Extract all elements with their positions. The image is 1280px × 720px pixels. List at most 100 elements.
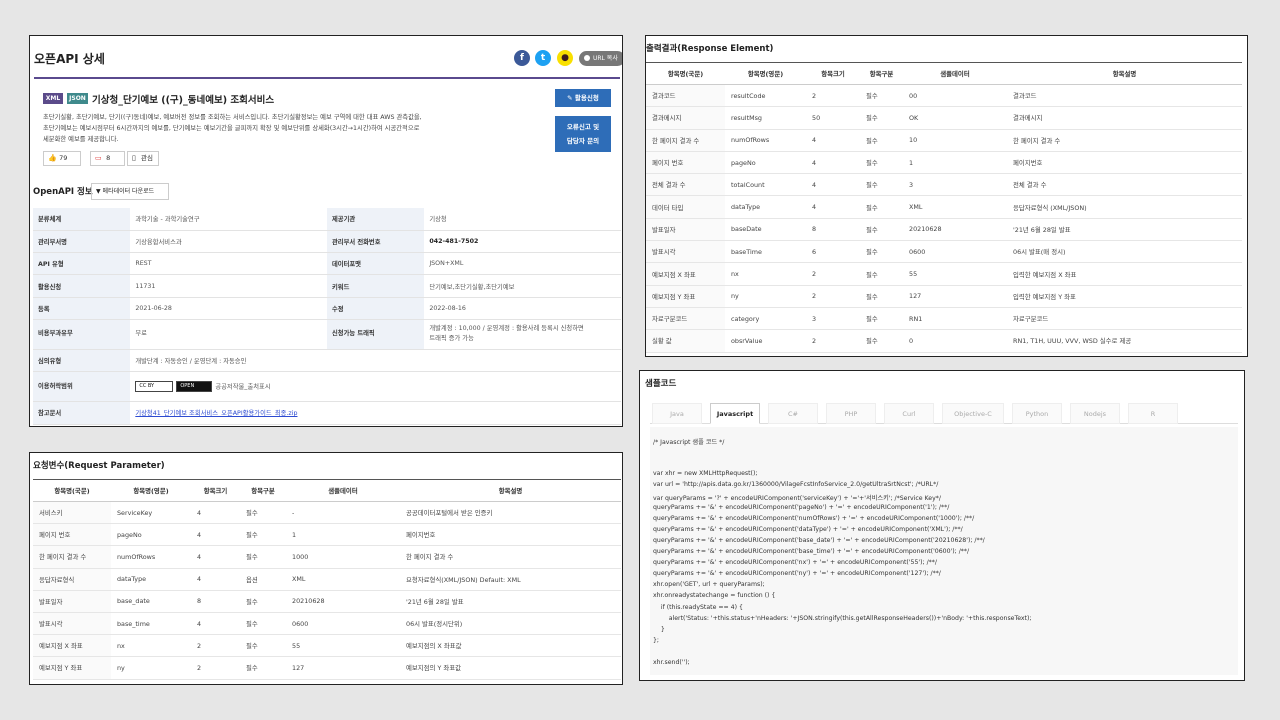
table-cell: 4	[806, 151, 860, 175]
tab-php[interactable]: PHP	[826, 403, 876, 424]
tab-python[interactable]: Python	[1012, 403, 1062, 424]
table-header-row: 항목명(국문) 항목명(영문) 항목크기 항목구분 샘플데이터 항목설명	[33, 479, 621, 502]
info-key: 데이터포맷	[326, 252, 425, 276]
table-cell: 2	[806, 84, 860, 108]
report-contact-button[interactable]: 오류신고 및 담당자 문의	[555, 116, 611, 152]
detail-header: 오픈API 상세 f t ● URL 복사	[34, 36, 622, 79]
table-cell: 4	[806, 195, 860, 219]
code-line: alert('Status: '+this.status+'nHeaders: …	[653, 614, 1032, 622]
traffic-line: 트래픽 증가 가능	[429, 335, 474, 343]
code-line: xhr.send('');	[653, 659, 690, 666]
table-cell: 페이지 번호	[33, 523, 111, 547]
info-row: 비용부과유무 무료 신청가능 트래픽 개발계정 : 10,000 / 운영계정 …	[33, 319, 621, 350]
table-row: 실황 값 obsrValue 2 필수 0 RN1, T1H, UUU, VVV, WSD…	[646, 329, 1242, 353]
facebook-icon[interactable]: f	[514, 50, 530, 66]
table-cell: XML	[286, 568, 400, 591]
url-copy-label: URL 복사	[593, 55, 618, 62]
comment-button[interactable]: ▭ 8	[90, 151, 125, 166]
table-cell: 3	[806, 307, 860, 331]
info-key: 키워드	[326, 274, 425, 298]
table-cell: baseTime	[725, 240, 806, 264]
info-value: 기상청41_단기예보 조회서비스_오픈API활용가이드_최종.zip	[130, 401, 621, 425]
table-cell: '21년 6월 28일 발표	[1007, 218, 1242, 242]
request-parameter-title: 요청변수(Request Parameter)	[33, 461, 165, 471]
column-header: 항목구분	[860, 62, 903, 85]
table-cell: 2	[191, 656, 240, 680]
table-cell: 4	[806, 129, 860, 152]
info-value: 무료	[130, 319, 327, 350]
table-cell: 4	[191, 612, 240, 636]
info-key: 활용신청	[33, 274, 131, 298]
metadata-download-button[interactable]: ▼ 메타데이터 다운로드	[91, 183, 169, 200]
tab-java[interactable]: Java	[652, 403, 702, 424]
table-cell: numOfRows	[725, 129, 806, 152]
code-line: xhr.open('GET', url + queryParams);	[653, 581, 765, 589]
info-value: 2022-08-16	[424, 297, 621, 320]
table-row: 발표일자 baseDate 8 필수 20210628'21년 6월 28일 발표	[646, 218, 1242, 242]
info-row: 등록 2021-06-28 수정 2022-08-16	[33, 297, 621, 320]
table-cell: 20210628	[286, 590, 400, 613]
table-cell: 예보지점 Y 좌표	[33, 656, 111, 680]
table-cell: baseDate	[725, 218, 806, 242]
table-cell: 2	[191, 634, 240, 658]
table-cell: 3	[903, 173, 1007, 197]
tab-r[interactable]: R	[1128, 403, 1178, 424]
twitter-icon[interactable]: t	[535, 50, 551, 66]
report-button-label: 담당자 문의	[566, 137, 600, 145]
table-cell: obsrValue	[725, 329, 806, 353]
code-line: queryParams += '&' + encodeURIComponent(…	[653, 559, 937, 567]
tab-javascript[interactable]: Javascript	[710, 403, 760, 424]
table-cell: 한 페이지 결과 수	[646, 129, 725, 152]
column-header: 항목명(영문)	[725, 62, 806, 85]
api-detail-panel: 오픈API 상세 f t ● URL 복사 XML JSON 기상청_단기예보 …	[29, 35, 623, 427]
column-header: 항목크기	[191, 479, 240, 502]
info-value: 개발계정 : 10,000 / 운영계정 : 활용사례 등록시 신청하면 트래픽 …	[424, 319, 621, 350]
info-row: 이용허락범위 CC BY OPEN 공공저작물_출처표시	[33, 371, 621, 403]
table-row: 페이지 번호 pageNo 4 필수 1 페이지번호	[33, 523, 621, 547]
table-row: 예보지점 Y 좌표 ny 2 필수 127 입력한 예보지점 Y 좌표	[646, 285, 1242, 308]
table-row: 페이지 번호 pageNo 4 필수 1 페이지번호	[646, 151, 1242, 175]
like-button[interactable]: 👍 79	[43, 151, 81, 166]
description-line: 초단기예보는 예보시점부터 6시간까지의 예보를, 단기예보는 예보기간을 글피…	[43, 125, 420, 132]
json-tag: JSON	[67, 93, 88, 104]
table-cell: 필수	[860, 84, 903, 108]
table-cell: 필수	[860, 151, 903, 175]
language-tabs: Java Javascript C# PHP Curl Objective-C Python…	[650, 400, 1238, 424]
table-cell: 필수	[240, 590, 286, 613]
openapi-info-table: 분류체계 과학기술 - 과학기술연구 제공기관 기상청 관리부서명 기상융합서비…	[33, 208, 621, 425]
table-cell: 0600	[903, 240, 1007, 264]
table-cell: 127	[286, 656, 400, 680]
table-row: 결과메시지 resultMsg 50 필수 OK 결과메시지	[646, 106, 1242, 130]
table-cell: 발표일자	[33, 590, 111, 613]
open-license-icon: OPEN	[176, 381, 213, 393]
table-cell: 0600	[286, 612, 400, 636]
table-cell: XML	[903, 195, 1007, 219]
kakao-icon[interactable]: ●	[557, 50, 573, 66]
table-cell: ny	[725, 285, 806, 308]
table-cell: 입력한 예보지점 Y 좌표	[1007, 285, 1242, 308]
thumbs-up-icon: 👍	[48, 154, 57, 162]
interest-button[interactable]: ▯ 관심	[127, 151, 159, 166]
table-cell: 서비스키	[33, 501, 111, 525]
table-row: 예보지점 X 좌표 nx 2 필수 55 예보지점의 X 좌표값	[33, 634, 621, 658]
info-value: 기상융합서비스과	[130, 230, 327, 254]
info-row: 활용신청 11731 키워드 단기예보,초단기실황,초단기예보	[33, 274, 621, 298]
table-cell: nx	[111, 634, 191, 658]
table-cell: pageNo	[725, 151, 806, 175]
tab-c-[interactable]: C#	[768, 403, 818, 424]
code-line: queryParams += '&' + encodeURIComponent(…	[653, 570, 941, 578]
tab-objective-c[interactable]: Objective-C	[942, 403, 1004, 424]
tab-nodejs[interactable]: Nodejs	[1070, 403, 1120, 424]
openapi-info-heading: OpenAPI 정보	[33, 187, 93, 197]
reference-doc-link[interactable]: 기상청41_단기예보 조회서비스_오픈API활용가이드_최종.zip	[135, 410, 297, 417]
url-copy-button[interactable]: URL 복사	[579, 51, 622, 66]
table-cell: 필수	[240, 523, 286, 547]
xml-tag: XML	[43, 93, 63, 104]
info-key: 참고문서	[33, 401, 131, 425]
info-row: 참고문서 기상청41_단기예보 조회서비스_오픈API활용가이드_최종.zip	[33, 401, 621, 425]
table-cell: base_date	[111, 590, 191, 613]
sample-code-title: 샘플코드	[645, 379, 677, 389]
apply-button[interactable]: ✎ 활용신청	[555, 89, 611, 107]
metadata-download-label: 메타데이터 다운로드	[102, 188, 155, 195]
tab-curl[interactable]: Curl	[884, 403, 934, 424]
